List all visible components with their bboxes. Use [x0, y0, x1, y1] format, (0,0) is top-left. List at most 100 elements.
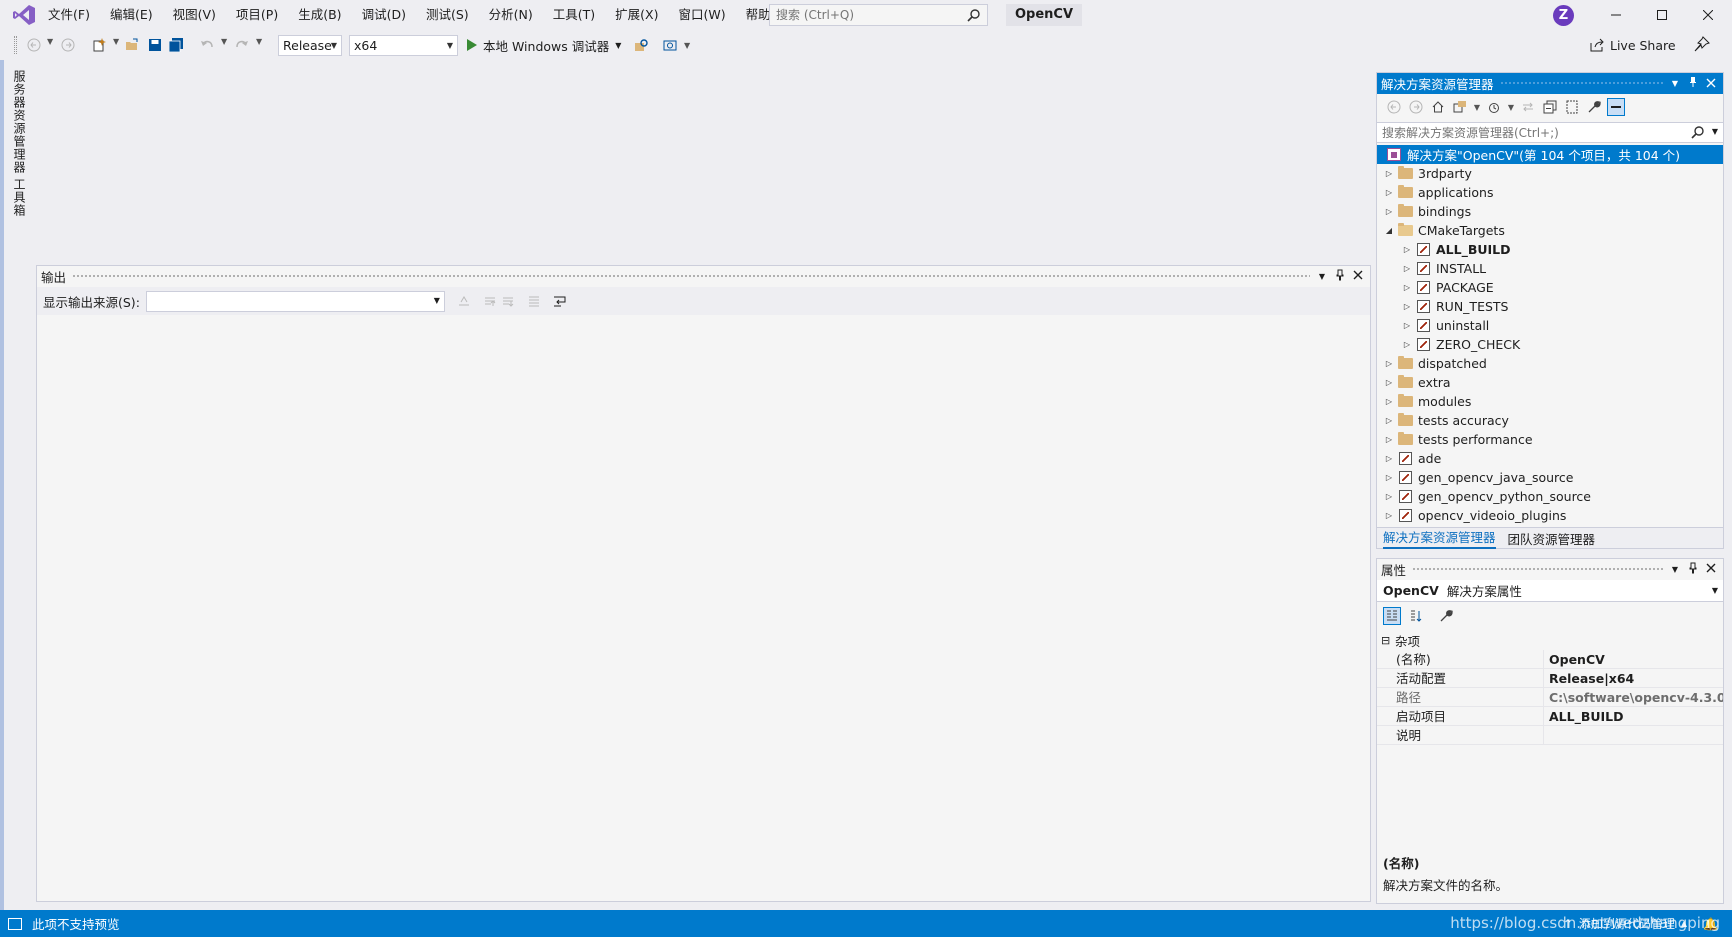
tree-item[interactable]: ▷ ALL_BUILD — [1377, 240, 1723, 259]
menu-item[interactable]: 窗口(W) — [668, 0, 735, 30]
panel-grip[interactable] — [1499, 81, 1663, 86]
property-value[interactable]: OpenCV — [1544, 650, 1723, 668]
window-position-dropdown-icon[interactable]: ▼ — [1669, 565, 1681, 574]
quick-search[interactable] — [769, 4, 988, 26]
undo-button[interactable] — [197, 35, 217, 55]
forward-arrow-icon[interactable] — [1407, 98, 1425, 116]
tree-item[interactable]: ▷ applications — [1377, 183, 1723, 202]
chevron-down-icon[interactable]: ▼ — [1507, 98, 1515, 116]
property-value[interactable]: Release|x64 — [1544, 669, 1723, 687]
solution-explorer-search[interactable]: ▼ — [1377, 122, 1723, 143]
start-debugging-button[interactable]: 本地 Windows 调试器 ▼ — [466, 35, 621, 55]
next-message-icon[interactable] — [501, 294, 515, 308]
output-panel-header[interactable]: 输出 ▼ — [37, 266, 1370, 286]
property-row[interactable]: 活动配置 Release|x64 — [1377, 669, 1723, 688]
quick-search-input[interactable] — [770, 5, 960, 25]
collapsed-arrow-icon[interactable]: ▷ — [1383, 416, 1395, 425]
property-row[interactable]: 路径C:\software\opencv-4.3.0-cuda — [1377, 688, 1723, 707]
home-icon[interactable] — [1429, 98, 1447, 116]
pin-icon[interactable] — [1334, 269, 1346, 284]
properties-wrench-icon[interactable] — [1585, 98, 1603, 116]
output-text-area[interactable] — [37, 315, 1370, 901]
tab-toolbox[interactable]: 工具箱 — [12, 178, 28, 217]
back-dropdown-icon[interactable]: ▼ — [47, 37, 53, 46]
toolbar-overflow-icon[interactable]: ▼ — [684, 41, 690, 50]
menu-item[interactable]: 生成(B) — [288, 0, 351, 30]
tree-item[interactable]: ◢ CMakeTargets — [1377, 221, 1723, 240]
clear-all-icon[interactable] — [527, 294, 541, 308]
window-position-dropdown-icon[interactable]: ▼ — [1669, 79, 1681, 88]
collapsed-arrow-icon[interactable]: ▷ — [1383, 435, 1395, 444]
panel-grip[interactable] — [72, 273, 1310, 279]
collapsed-arrow-icon[interactable]: ▷ — [1401, 340, 1413, 349]
menu-item[interactable]: 文件(F) — [38, 0, 100, 30]
tree-item[interactable]: ▷ opencv_videoio_plugins — [1377, 506, 1723, 525]
chevron-down-icon[interactable]: ▼ — [615, 41, 621, 50]
tree-item[interactable]: ▷ tests accuracy — [1377, 411, 1723, 430]
tree-item[interactable]: ▷ gen_opencv_python_source — [1377, 487, 1723, 506]
tree-item[interactable]: ▷ extra — [1377, 373, 1723, 392]
previous-message-icon[interactable] — [483, 294, 497, 308]
find-message-in-code-icon[interactable] — [457, 294, 471, 308]
new-project-button[interactable] — [89, 35, 109, 55]
redo-dropdown-icon[interactable]: ▼ — [256, 37, 262, 46]
property-row[interactable]: (名称) OpenCV — [1377, 650, 1723, 669]
search-icon[interactable] — [967, 8, 981, 22]
close-icon[interactable] — [1352, 269, 1364, 283]
menu-item[interactable]: 项目(P) — [226, 0, 288, 30]
collapsed-arrow-icon[interactable]: ▷ — [1383, 359, 1395, 368]
live-share-button[interactable]: Live Share — [1590, 33, 1676, 57]
collapsed-arrow-icon[interactable]: ▷ — [1401, 245, 1413, 254]
tree-item[interactable]: ▷ dispatched — [1377, 354, 1723, 373]
sync-with-active-document-icon[interactable] — [1519, 98, 1537, 116]
pin-icon[interactable] — [1687, 76, 1699, 91]
search-icon[interactable] — [1691, 125, 1705, 139]
tree-item[interactable]: ▷ RUN_TESTS — [1377, 297, 1723, 316]
collapsed-arrow-icon[interactable]: ▷ — [1383, 397, 1395, 406]
new-project-dropdown-icon[interactable]: ▼ — [113, 37, 119, 46]
close-icon[interactable] — [1705, 562, 1717, 576]
tree-item[interactable]: ▷ uninstall — [1377, 316, 1723, 335]
categorized-icon[interactable] — [1383, 607, 1401, 625]
tree-item[interactable]: ▷ 3rdparty — [1377, 164, 1723, 183]
navigate-back-button[interactable] — [24, 35, 44, 55]
property-value[interactable]: ALL_BUILD — [1544, 707, 1723, 725]
visual-studio-logo-icon[interactable] — [12, 4, 36, 26]
word-wrap-toggle-icon[interactable] — [553, 294, 567, 308]
collapsed-arrow-icon[interactable]: ▷ — [1383, 188, 1395, 197]
collapsed-arrow-icon[interactable]: ▷ — [1383, 378, 1395, 387]
close-icon[interactable] — [1705, 77, 1717, 91]
undo-dropdown-icon[interactable]: ▼ — [221, 37, 227, 46]
menu-item[interactable]: 测试(S) — [416, 0, 479, 30]
property-value[interactable] — [1544, 726, 1723, 744]
tree-item[interactable]: ▷ ZERO_CHECK — [1377, 335, 1723, 354]
properties-object-select[interactable]: OpenCV 解决方案属性 ▼ — [1377, 580, 1723, 602]
collapse-icon[interactable]: ⊟ — [1381, 634, 1393, 647]
menu-item[interactable]: 扩展(X) — [605, 0, 668, 30]
collapsed-arrow-icon[interactable]: ▷ — [1383, 207, 1395, 216]
show-all-files-icon[interactable] — [1563, 98, 1581, 116]
switch-views-icon[interactable] — [1451, 98, 1469, 116]
tab-server-explorer[interactable]: 服务器资源管理器 — [12, 70, 28, 174]
tree-item-solution[interactable]: 解决方案"OpenCV"(第 104 个项目，共 104 个) — [1377, 145, 1723, 164]
chevron-down-icon[interactable]: ▼ — [1712, 127, 1718, 136]
maximize-button[interactable] — [1639, 0, 1685, 30]
expanded-arrow-icon[interactable]: ◢ — [1383, 226, 1395, 235]
solution-platform-select[interactable]: x64 ▼ — [349, 35, 458, 56]
collapse-all-icon[interactable] — [1541, 98, 1559, 116]
screenshot-button[interactable] — [660, 35, 680, 55]
close-window-button[interactable] — [1685, 0, 1731, 30]
pending-changes-filter-icon[interactable] — [1485, 98, 1503, 116]
toolbar-grip[interactable] — [14, 36, 17, 54]
tab-team-explorer[interactable]: 团队资源管理器 — [1508, 529, 1596, 548]
collapsed-arrow-icon[interactable]: ▷ — [1401, 321, 1413, 330]
properties-header[interactable]: 属性 ▼ — [1377, 559, 1723, 579]
tree-item[interactable]: ▷ bindings — [1377, 202, 1723, 221]
back-arrow-icon[interactable] — [1385, 98, 1403, 116]
tree-item[interactable]: ▷ modules — [1377, 392, 1723, 411]
collapsed-arrow-icon[interactable]: ▷ — [1383, 169, 1395, 178]
output-source-select[interactable]: ▼ — [145, 290, 445, 312]
menu-item[interactable]: 视图(V) — [163, 0, 226, 30]
collapsed-arrow-icon[interactable]: ▷ — [1383, 454, 1395, 463]
property-row[interactable]: 说明 — [1377, 726, 1723, 745]
